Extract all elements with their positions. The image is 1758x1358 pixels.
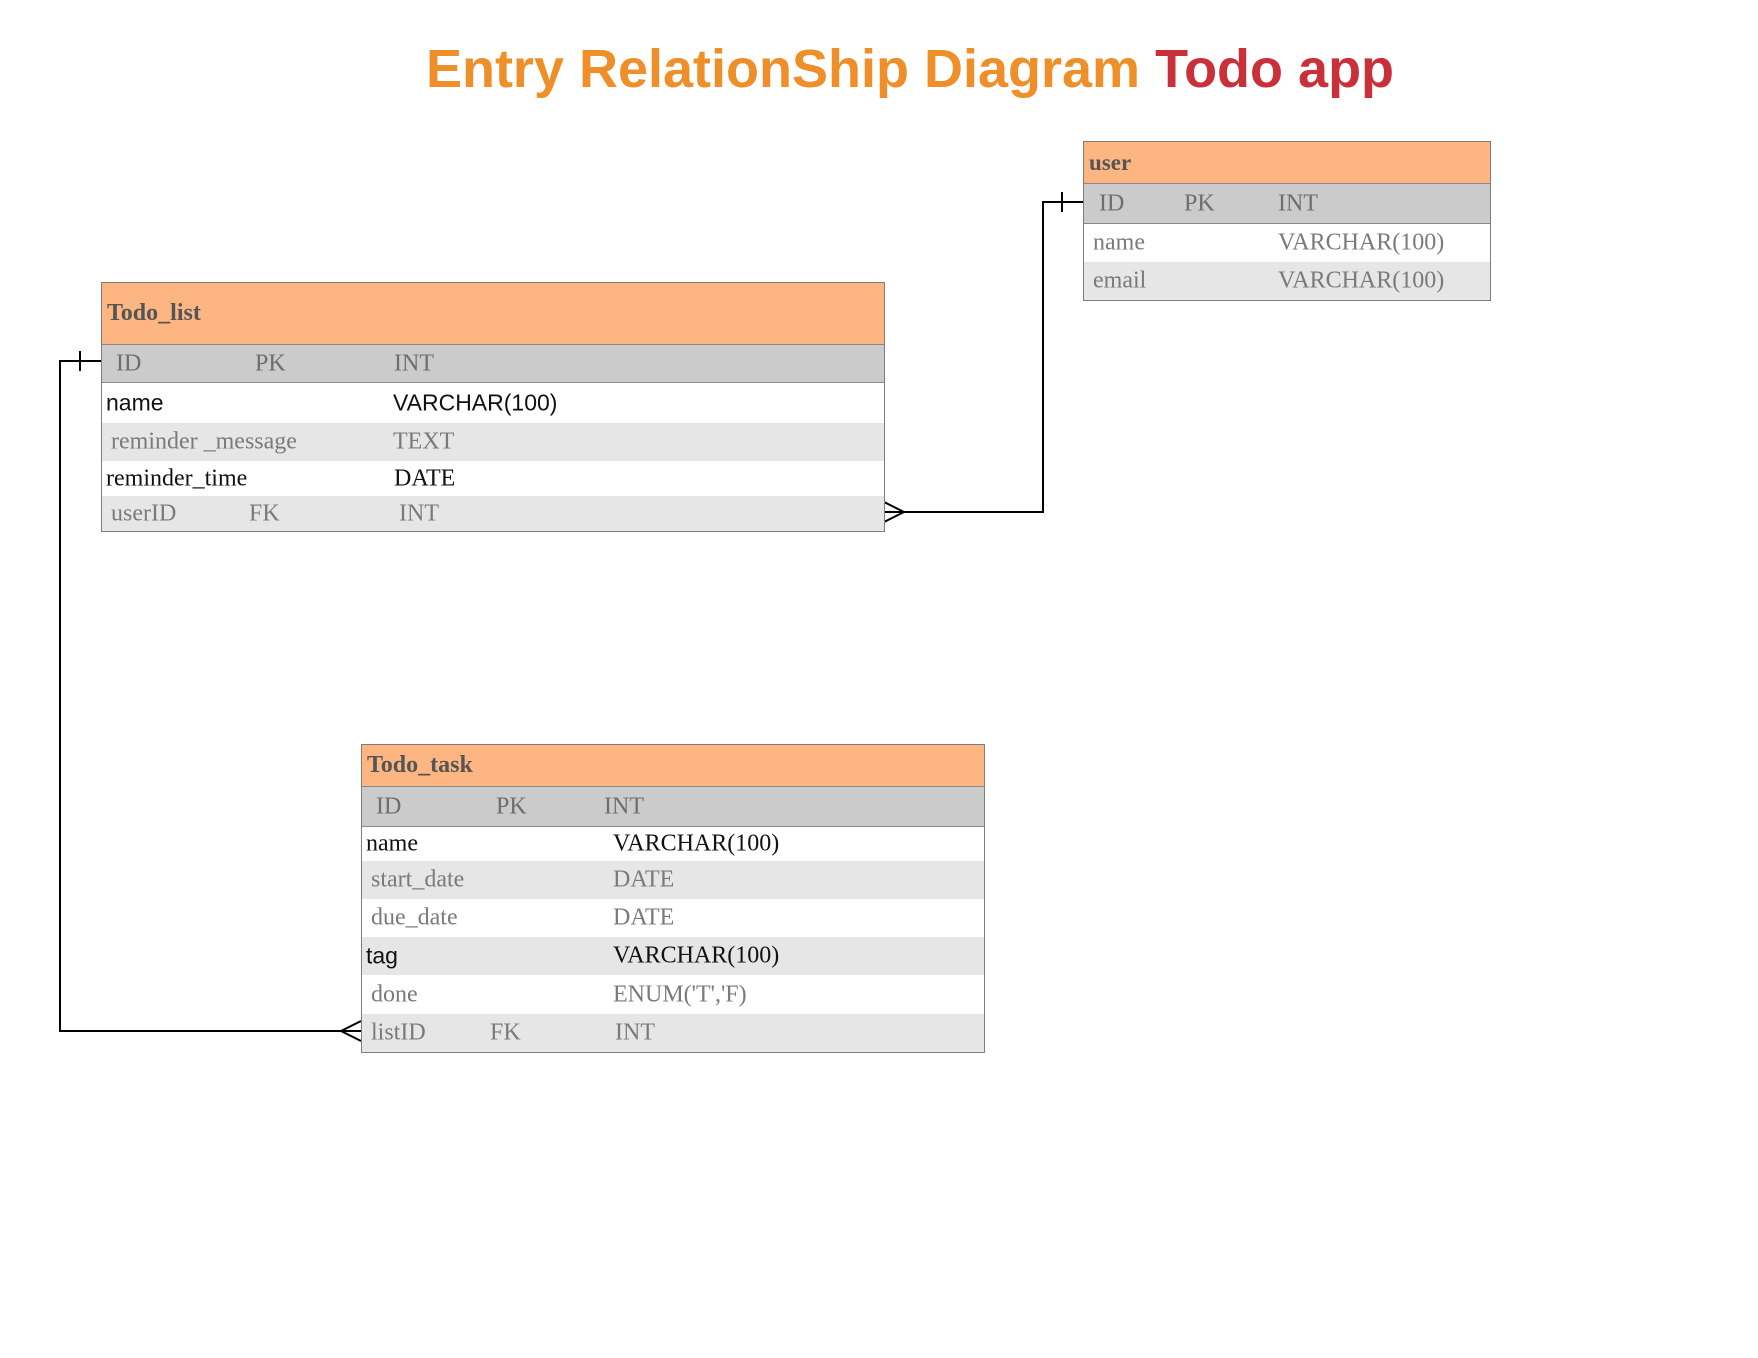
pk-row: ID PK INT: [362, 787, 984, 827]
column-row: reminder_time DATE: [102, 461, 884, 496]
entity-name: user: [1089, 149, 1132, 175]
fk-row: listID FK INT: [362, 1014, 984, 1052]
key-label: PK: [1184, 190, 1215, 216]
pk-row: ID PK INT: [1084, 184, 1490, 224]
column-row: due_date DATE: [362, 899, 984, 937]
column-name: due_date: [371, 904, 458, 931]
column-name: ID: [116, 350, 142, 376]
entity-header: Todo_task: [362, 745, 984, 787]
column-row: done ENUM('T','F): [362, 975, 984, 1014]
entity-header: Todo_list: [102, 283, 884, 345]
entity-name: Todo_task: [367, 752, 473, 778]
column-type: VARCHAR(100): [613, 942, 780, 969]
key-label: FK: [490, 1019, 521, 1046]
column-row: name VARCHAR(100): [362, 827, 984, 861]
column-row: reminder _message TEXT: [102, 423, 884, 461]
entity-user[interactable]: user ID PK INT name VARCHAR(100) email V…: [1083, 141, 1491, 301]
column-name: tag: [366, 942, 398, 969]
column-name: reminder_time: [106, 465, 248, 491]
column-name: userID: [111, 500, 177, 526]
column-type: VARCHAR(100): [1278, 267, 1445, 294]
column-row: name VARCHAR(100): [102, 383, 884, 423]
column-type: DATE: [613, 904, 675, 931]
key-label: PK: [255, 350, 286, 376]
column-name: email: [1093, 267, 1147, 294]
column-type: VARCHAR(100): [1278, 229, 1445, 256]
column-name: start_date: [371, 866, 465, 893]
entity-todo-list[interactable]: Todo_list ID PK INT name VARCHAR(100) re…: [101, 282, 885, 532]
column-type: VARCHAR(100): [613, 830, 780, 857]
relation-user-todo-list: [884, 201, 1083, 513]
column-name: listID: [371, 1019, 426, 1046]
column-name: name: [1093, 229, 1145, 256]
pk-row: ID PK INT: [102, 345, 884, 383]
entity-name: Todo_list: [107, 300, 201, 326]
column-type: INT: [604, 793, 644, 819]
column-type: INT: [1278, 190, 1318, 216]
column-row: start_date DATE: [362, 861, 984, 899]
column-name: ID: [376, 793, 402, 819]
entity-todo-task[interactable]: Todo_task ID PK INT name VARCHAR(100) st…: [361, 744, 985, 1053]
column-row: tag VARCHAR(100): [362, 937, 984, 975]
column-type: DATE: [394, 465, 456, 491]
column-type: INT: [615, 1019, 655, 1046]
column-type: DATE: [613, 866, 675, 893]
column-type: TEXT: [393, 428, 455, 455]
column-type: VARCHAR(100): [393, 389, 558, 416]
key-label: PK: [496, 793, 527, 819]
relationship-lines: [59, 192, 1083, 1042]
entity-header: user: [1084, 142, 1490, 184]
column-type: INT: [399, 500, 439, 526]
column-type: ENUM('T','F): [613, 981, 747, 1007]
key-label: FK: [249, 500, 280, 526]
fk-row: userID FK INT: [102, 496, 884, 531]
column-row: email VARCHAR(100): [1084, 262, 1490, 300]
column-type: INT: [394, 350, 434, 376]
column-name: ID: [1099, 190, 1125, 216]
column-name: name: [366, 830, 418, 857]
column-name: reminder _message: [111, 428, 297, 455]
column-name: name: [106, 389, 164, 416]
column-row: name VARCHAR(100): [1084, 224, 1490, 262]
column-name: done: [371, 981, 418, 1007]
